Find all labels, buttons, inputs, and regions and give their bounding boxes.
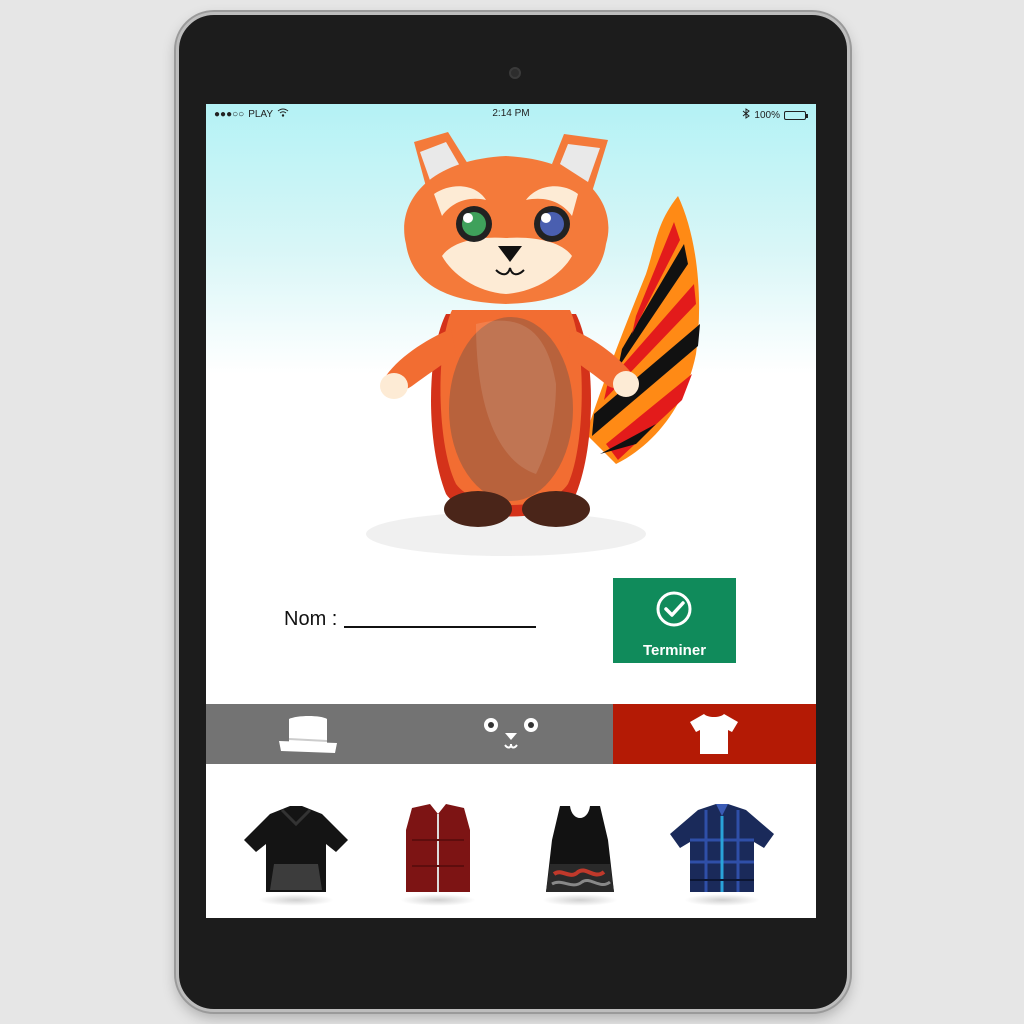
time-label: 2:14 PM bbox=[492, 108, 530, 119]
clothing-item[interactable] bbox=[520, 800, 640, 910]
black-tank-dress-icon bbox=[546, 806, 614, 892]
status-bar: ●●●○○ PLAY 2:14 PM 100% bbox=[206, 104, 816, 124]
camera-icon bbox=[509, 67, 521, 79]
black-hoodie-icon bbox=[244, 806, 348, 892]
clothing-selector bbox=[206, 764, 816, 918]
red-panda-character bbox=[366, 132, 700, 556]
name-label: Nom : bbox=[284, 608, 338, 630]
clothing-item[interactable] bbox=[236, 800, 356, 910]
battery-label: 100% bbox=[754, 109, 780, 121]
battery-icon bbox=[784, 110, 808, 120]
tab-hats[interactable] bbox=[206, 704, 409, 764]
tab-faces[interactable] bbox=[409, 704, 612, 764]
tab-clothes[interactable] bbox=[612, 704, 816, 764]
bluetooth-icon bbox=[742, 108, 751, 122]
clothing-item[interactable] bbox=[378, 800, 498, 910]
red-vest-icon bbox=[406, 804, 470, 892]
finish-button-label: Terminer bbox=[642, 642, 707, 659]
finish-button[interactable]: Terminer bbox=[613, 578, 736, 663]
category-tabs bbox=[206, 704, 816, 764]
clothing-item[interactable] bbox=[662, 800, 782, 910]
face-icon bbox=[483, 718, 538, 749]
plaid-shirt-icon bbox=[670, 804, 774, 892]
name-input[interactable] bbox=[344, 626, 536, 628]
hat-icon bbox=[278, 716, 337, 753]
app-screen: ●●●○○ PLAY 2:14 PM 100% Nom : Terminer bbox=[206, 104, 816, 918]
check-circle-icon bbox=[656, 591, 692, 627]
shirt-icon bbox=[690, 714, 739, 754]
